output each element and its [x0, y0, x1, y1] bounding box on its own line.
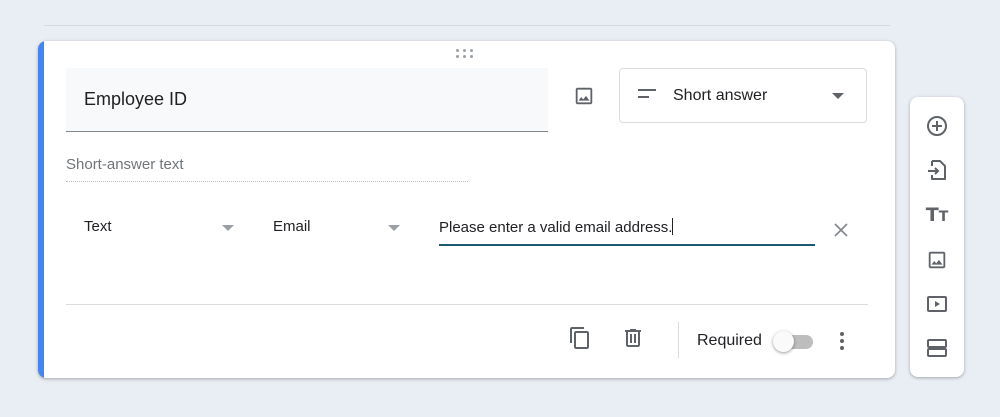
toggle-knob: [773, 331, 794, 352]
import-questions-icon: [928, 160, 946, 180]
floating-toolbar: TT: [910, 97, 964, 377]
top-divider: [44, 25, 890, 26]
footer-divider: [66, 304, 868, 305]
add-section-icon: [927, 339, 947, 357]
short-answer-placeholder: Short-answer text: [66, 156, 184, 173]
add-title-icon: TT: [925, 203, 949, 226]
required-toggle[interactable]: [773, 330, 815, 352]
validation-type-label: Text: [84, 218, 112, 235]
add-question-icon: [927, 116, 947, 136]
custom-error-text-input[interactable]: Please enter a valid email address.: [439, 218, 815, 246]
image-icon: [575, 87, 593, 105]
custom-error-text: Please enter a valid email address.: [439, 219, 673, 236]
add-image-button[interactable]: [566, 81, 602, 111]
duplicate-button[interactable]: [566, 324, 594, 352]
question-title-field[interactable]: Employee ID: [66, 68, 548, 132]
add-question-button[interactable]: [923, 112, 951, 140]
question-title-text[interactable]: Employee ID: [84, 89, 187, 110]
chevron-down-icon: [222, 225, 234, 231]
validation-condition-dropdown[interactable]: Email: [273, 218, 401, 242]
validation-condition-label: Email: [273, 218, 311, 235]
more-options-button[interactable]: [828, 327, 856, 355]
copy-icon: [570, 327, 589, 349]
short-answer-preview: Short-answer text: [66, 156, 468, 182]
add-video-button[interactable]: [923, 290, 951, 318]
validation-type-dropdown[interactable]: Text: [84, 218, 236, 242]
add-image-icon: [928, 251, 946, 269]
active-accent-bar: [38, 41, 44, 378]
delete-button[interactable]: [619, 324, 647, 352]
close-icon: [834, 223, 848, 237]
footer-separator: [678, 322, 679, 358]
add-image-tool-button[interactable]: [923, 246, 951, 274]
more-vert-icon: [840, 332, 844, 350]
chevron-down-icon: [832, 93, 844, 99]
question-card[interactable]: Employee ID Short answer Short-answer te…: [38, 41, 895, 378]
add-title-button[interactable]: TT: [923, 201, 951, 229]
short-text-icon: [638, 89, 656, 98]
add-video-icon: [927, 296, 947, 312]
import-questions-button[interactable]: [923, 156, 951, 184]
required-label: Required: [697, 332, 762, 349]
add-section-button[interactable]: [923, 334, 951, 362]
text-cursor: [672, 218, 674, 235]
remove-validation-button[interactable]: [833, 222, 849, 238]
question-type-label: Short answer: [673, 87, 768, 104]
chevron-down-icon: [388, 225, 400, 231]
trash-icon: [625, 329, 641, 347]
drag-handle-icon[interactable]: [456, 49, 476, 61]
question-type-dropdown[interactable]: Short answer: [619, 68, 867, 123]
